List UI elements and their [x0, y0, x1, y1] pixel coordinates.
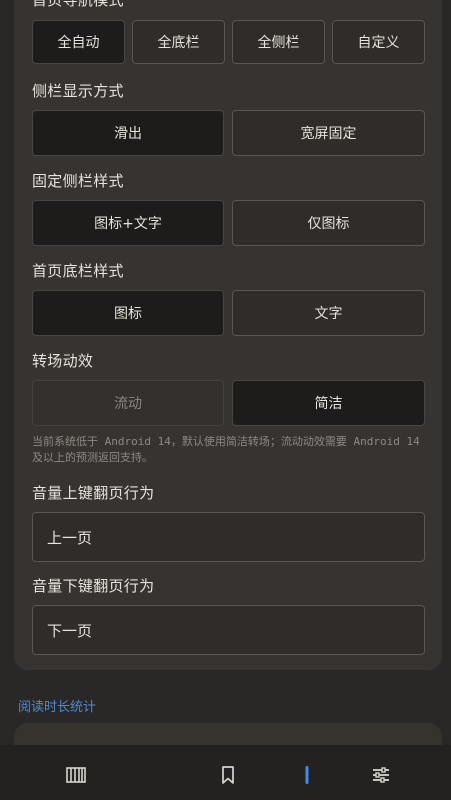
bookshelf-icon-svg — [66, 767, 86, 783]
volume-down-select[interactable]: 下一页 — [32, 605, 425, 655]
section-title-volume-down: 音量下键翻页行为 — [32, 577, 155, 595]
option-flow: 流动 — [32, 380, 224, 426]
bookmark-icon[interactable] — [215, 763, 241, 787]
option-bottom-bar[interactable]: 全底栏 — [132, 20, 225, 64]
section-title-sidebar-display: 侧栏显示方式 — [32, 82, 124, 100]
option-widescreen-fixed[interactable]: 宽屏固定 — [232, 110, 425, 156]
section-title-nav-mode: 首页导航模式 — [32, 0, 124, 9]
option-auto[interactable]: 全自动 — [32, 20, 125, 64]
option-icon-only[interactable]: 仅图标 — [232, 200, 425, 246]
active-indicator[interactable] — [294, 763, 320, 787]
reading-stats-header[interactable]: 阅读时长统计 — [18, 696, 96, 715]
transition-hint: 当前系统低于 Android 14，默认使用简洁转场；流动动效需要 Androi… — [32, 435, 420, 464]
active-indicator-svg — [305, 766, 309, 784]
option-text[interactable]: 文字 — [232, 290, 425, 336]
section-title-fixed-sidebar-style: 固定侧栏样式 — [32, 172, 124, 190]
volume-up-select[interactable]: 上一页 — [32, 512, 425, 562]
section-title-home-bottom-style: 首页底栏样式 — [32, 262, 124, 280]
option-side-bar[interactable]: 全侧栏 — [232, 20, 325, 64]
bookmark-icon-svg — [222, 766, 234, 784]
bookshelf-icon[interactable] — [63, 763, 89, 787]
option-icon-text[interactable]: 图标+文字 — [32, 200, 224, 246]
option-simple[interactable]: 简洁 — [232, 380, 425, 426]
option-icon[interactable]: 图标 — [32, 290, 224, 336]
bottom-nav — [0, 745, 451, 800]
section-title-transition: 转场动效 — [32, 352, 94, 370]
option-custom[interactable]: 自定义 — [332, 20, 425, 64]
settings-sliders-icon[interactable] — [368, 763, 394, 787]
settings-sliders-icon-svg — [373, 767, 389, 783]
option-slide-out[interactable]: 滑出 — [32, 110, 224, 156]
section-title-volume-up: 音量上键翻页行为 — [32, 484, 155, 502]
